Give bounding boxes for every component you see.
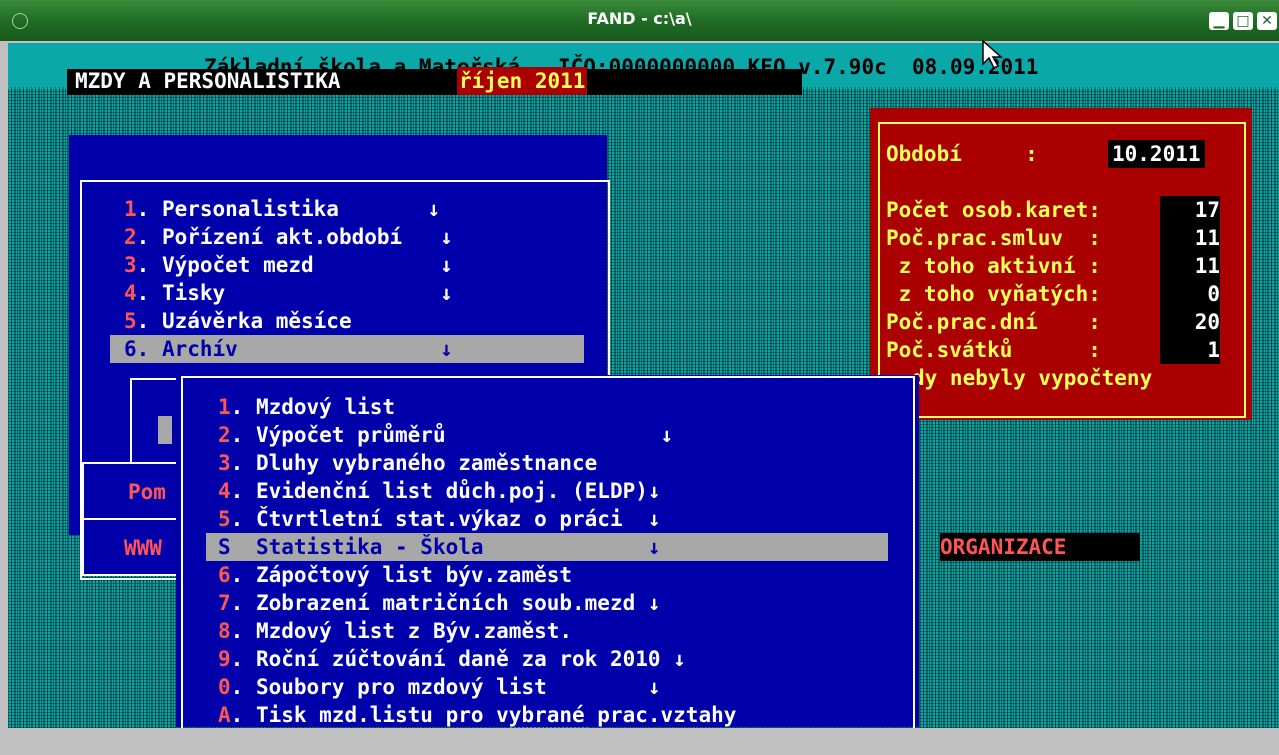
main-menu-item-porizeni[interactable]: 2. Pořízení akt.období ↓ (124, 223, 453, 251)
info-row-label: Poč.prac.smluv : (886, 226, 1101, 250)
close-icon: ✕ (1261, 13, 1273, 29)
www-fragment: WWW (124, 536, 162, 560)
info-row-value: 11 (1160, 252, 1220, 280)
submenu-item-dluhy[interactable]: 3. Dluhy vybraného zaměstnance (218, 449, 736, 477)
submenu-item-statistika-skola[interactable]: S Statistika - Škola ↓ (218, 533, 736, 561)
obdobi-value[interactable]: 10.2011 (1108, 140, 1205, 168)
period-label: říjen 2011 (457, 67, 588, 95)
info-row: z toho vyňatých: 0 (886, 280, 1220, 308)
submenu-item-mzdovy-list[interactable]: 1. Mzdový list (218, 393, 736, 421)
obdobi-label: Období : (886, 142, 1038, 166)
app-title-bar: MZDY A PERSONALISTIKA říjen 2011 (67, 67, 802, 95)
app-title: MZDY A PERSONALISTIKA (75, 69, 341, 93)
info-row-value: 0 (1160, 280, 1220, 308)
info-row-label: Počet osob.karet: (886, 198, 1101, 222)
info-row: Poč.svátků : 1 (886, 336, 1220, 364)
info-row: z toho aktivní : 11 (886, 252, 1220, 280)
submenu-item-zapoctovy-list[interactable]: 6. Zápočtový list býv.zaměst (218, 561, 736, 589)
window-title-bar[interactable]: FAND - c:\a\ ▁ □ ✕ (0, 0, 1279, 41)
status-strip (0, 728, 1279, 755)
mouse-cursor-icon (982, 40, 1003, 70)
close-button[interactable]: ✕ (1257, 12, 1277, 30)
info-note: dy nebyly vypočteny (912, 366, 1153, 390)
main-menu-item-uzaverka[interactable]: 5. Uzávěrka měsíce (124, 307, 453, 335)
minimize-button[interactable]: ▁ (1209, 12, 1229, 30)
info-row-label: z toho aktivní : (886, 254, 1101, 278)
main-menu: 1. Personalistika ↓ 2. Pořízení akt.obdo… (124, 195, 453, 363)
window-title: FAND - c:\a\ (587, 9, 692, 28)
main-menu-item-personalistika[interactable]: 1. Personalistika ↓ (124, 195, 453, 223)
info-row-label: Poč.prac.dní : (886, 310, 1101, 334)
info-row: Poč.prac.smluv : 11 (886, 224, 1220, 252)
info-row: Počet osob.karet: 17 (886, 196, 1220, 224)
info-row-value: 20 (1160, 308, 1220, 336)
info-content: Období : 10.2011 Počet osob.karet: 17 Po… (886, 140, 1220, 390)
organizace-bar: ORGANIZACE (940, 533, 1140, 561)
main-menu-item-vypocet[interactable]: 3. Výpočet mezd ↓ (124, 251, 453, 279)
maximize-button[interactable]: □ (1233, 12, 1253, 30)
left-frame-lower: Pom WWW (82, 462, 186, 576)
submenu-item-tisk-mzd-listu[interactable]: A. Tisk mzd.listu pro vybrané prac.vztah… (218, 701, 736, 729)
submenu-item-soubory[interactable]: 0. Soubory pro mzdový list ↓ (218, 673, 736, 701)
main-menu-item-tisky[interactable]: 4. Tisky ↓ (124, 279, 453, 307)
archive-submenu: 1. Mzdový list 2. Výpočet průměrů ↓ 3. D… (218, 393, 736, 729)
submenu-item-ctvrtletni-vykaz[interactable]: 5. Čtvrtletní stat.výkaz o práci ↓ (218, 505, 736, 533)
maximize-icon: □ (1236, 13, 1250, 29)
obdobi-row: Období : 10.2011 (886, 140, 1205, 168)
pom-fragment: Pom (128, 480, 166, 504)
submenu-item-zobrazeni-matricnich[interactable]: 7. Zobrazení matričních soub.mezd ↓ (218, 589, 736, 617)
minimize-icon: ▁ (1213, 13, 1225, 29)
info-row-label: z toho vyňatých: (886, 282, 1101, 306)
info-row-value: 17 (1160, 196, 1220, 224)
main-menu-item-archiv[interactable]: 6. Archív ↓ (124, 335, 453, 363)
submenu-item-rocni-zuctovani[interactable]: 9. Roční zúčtování daně za rok 2010 ↓ (218, 645, 736, 673)
info-row-value: 1 (1160, 336, 1220, 364)
submenu-item-mzdovy-list-byv[interactable]: 8. Mzdový list z Býv.zaměst. (218, 617, 736, 645)
info-row-value: 11 (1160, 224, 1220, 252)
submenu-item-eldp[interactable]: 4. Evidenční list důch.poj. (ELDP)↓ (218, 477, 736, 505)
submenu-item-vypocet-prumeru[interactable]: 2. Výpočet průměrů ↓ (218, 421, 736, 449)
info-row: Poč.prac.dní : 20 (886, 308, 1220, 336)
organizace-label: ORGANIZACE (940, 535, 1067, 559)
info-row-label: Poč.svátků : (886, 338, 1101, 362)
